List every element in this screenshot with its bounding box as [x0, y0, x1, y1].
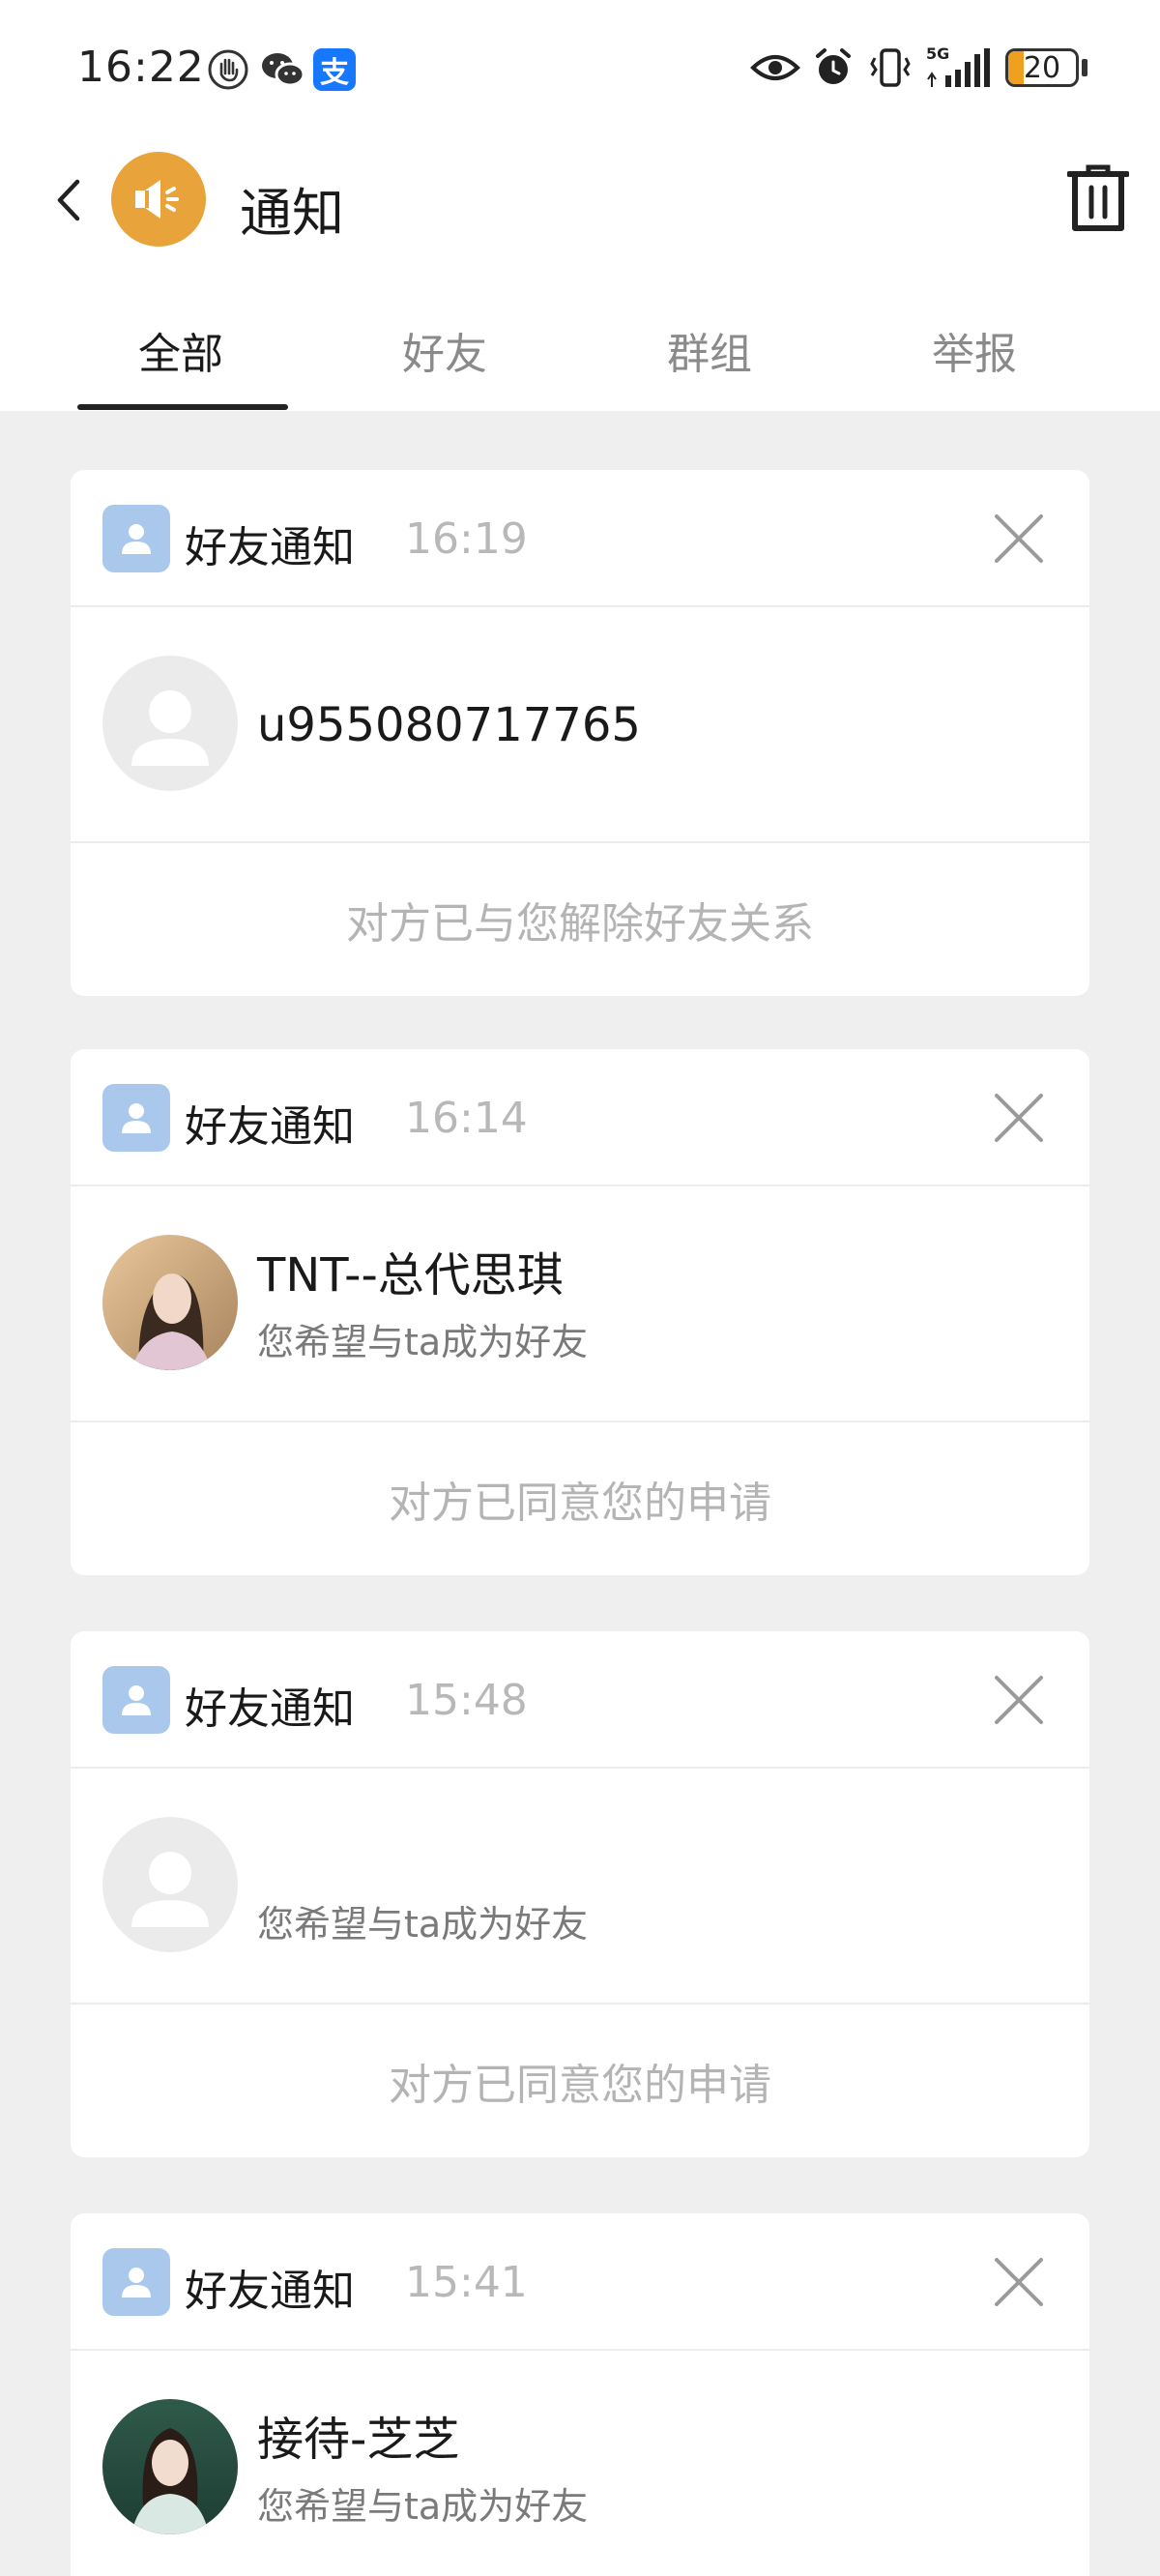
person-icon [122, 1103, 151, 1133]
notification-result: 对方已同意您的申请 [389, 1478, 771, 1528]
trash-icon[interactable] [1067, 164, 1129, 234]
notification-type: 好友通知 [185, 2267, 355, 2316]
default-avatar[interactable] [102, 656, 238, 791]
notification-time: 16:14 [405, 1094, 528, 1143]
request-subtitle: 您希望与ta成为好友 [257, 1903, 589, 1946]
battery-tip [1082, 59, 1088, 76]
close-icon[interactable] [989, 1088, 1049, 1148]
battery-percent: 20 [1023, 50, 1061, 85]
card-header: 好友通知 16:19 [71, 470, 1089, 607]
notification-avatar [111, 152, 206, 247]
request-subtitle: 您希望与ta成为好友 [257, 1321, 589, 1363]
tab-all[interactable]: 全部 [138, 319, 223, 381]
card-body[interactable]: 您希望与ta成为好友 [71, 1769, 1089, 2005]
card-body[interactable]: u955080717765 [71, 607, 1089, 843]
card-body[interactable]: 接待-芝芝 您希望与ta成为好友 [71, 2351, 1089, 2576]
notification-time: 16:19 [405, 514, 528, 564]
card-header: 好友通知 15:48 [71, 1631, 1089, 1769]
battery-icon: 20 [1005, 48, 1079, 87]
portrait-image [102, 2399, 238, 2534]
notification-time: 15:41 [405, 2258, 528, 2307]
notification-result: 对方已与您解除好友关系 [346, 899, 814, 949]
notification-result: 对方已同意您的申请 [389, 2061, 771, 2110]
page-title: 通知 [240, 183, 344, 244]
notification-time: 15:48 [405, 1676, 528, 1725]
default-avatar[interactable] [102, 1817, 238, 1952]
speaker-icon [135, 180, 179, 219]
friend-notification-icon [102, 2248, 170, 2316]
back-icon[interactable] [50, 176, 89, 224]
close-icon[interactable] [989, 2252, 1049, 2312]
notification-type: 好友通知 [185, 1102, 355, 1152]
tab-friends[interactable]: 好友 [402, 319, 487, 381]
card-header: 好友通知 16:14 [71, 1049, 1089, 1186]
person-icon [122, 1685, 151, 1715]
alipay-icon: 支 [313, 48, 356, 91]
card-header: 好友通知 15:41 [71, 2213, 1089, 2351]
status-bar: 16:22 支 5G 20 [0, 0, 1160, 145]
alarm-icon [816, 48, 851, 84]
person-icon [131, 1852, 209, 1927]
close-icon[interactable] [989, 1670, 1049, 1730]
person-icon [122, 524, 151, 554]
notification-card[interactable]: 好友通知 16:14 TNT--总代思琪 您希望与ta成为好友 对方已同意您的申… [71, 1049, 1089, 1575]
user-name: u955080717765 [257, 698, 641, 752]
tab-reports[interactable]: 举报 [932, 319, 1017, 381]
user-name: 接待-芝芝 [257, 2413, 460, 2467]
person-icon [122, 2268, 151, 2298]
request-subtitle: 您希望与ta成为好友 [257, 2485, 589, 2528]
hand-icon [208, 49, 248, 90]
friend-notification-icon [102, 505, 170, 572]
notification-card[interactable]: 好友通知 16:19 u955080717765 对方已与您解除好友关系 [71, 470, 1089, 996]
signal-5g-icon [927, 48, 990, 87]
user-avatar-photo[interactable] [102, 1235, 238, 1370]
wechat-icon [262, 53, 305, 87]
notification-card[interactable]: 好友通知 15:41 接待-芝芝 您希望与ta成为好友 [71, 2213, 1089, 2576]
notification-card[interactable]: 好友通知 15:48 您希望与ta成为好友 对方已同意您的申请 [71, 1631, 1089, 2157]
notification-type: 好友通知 [185, 523, 355, 572]
tab-groups[interactable]: 群组 [667, 319, 752, 381]
user-avatar-photo[interactable] [102, 2399, 238, 2534]
portrait-image [102, 1235, 238, 1370]
user-name: TNT--总代思琪 [257, 1248, 564, 1303]
eye-icon [750, 55, 800, 80]
notification-type: 好友通知 [185, 1684, 355, 1734]
close-icon[interactable] [989, 509, 1049, 569]
card-body[interactable]: TNT--总代思琪 您希望与ta成为好友 [71, 1186, 1089, 1422]
friend-notification-icon [102, 1084, 170, 1152]
active-tab-indicator [77, 404, 288, 410]
vibrate-icon [870, 48, 911, 87]
friend-notification-icon [102, 1666, 170, 1734]
person-icon [131, 690, 209, 766]
status-time: 16:22 [77, 43, 205, 92]
